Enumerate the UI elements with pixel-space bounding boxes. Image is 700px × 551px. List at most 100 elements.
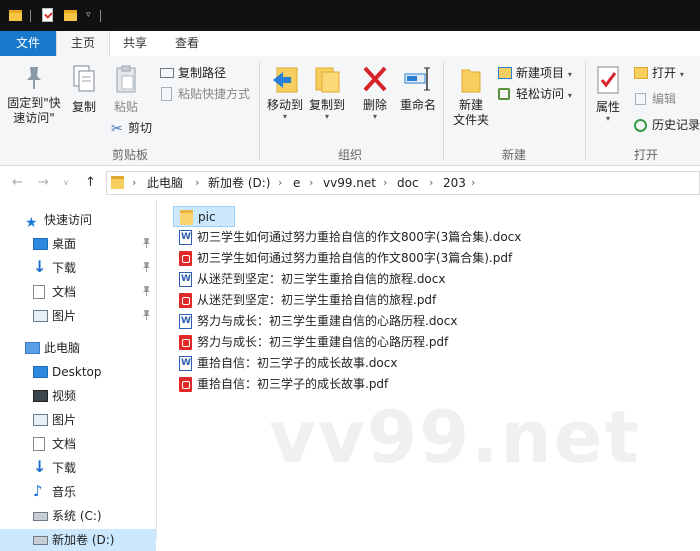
- delete-button[interactable]: 删除 ▾: [358, 64, 392, 121]
- pin-icon: [27, 67, 41, 89]
- copy-path-icon: [160, 68, 174, 78]
- new-item-button[interactable]: 新建项目 ▾: [496, 64, 572, 82]
- chevron-right-icon[interactable]: ›: [471, 172, 475, 194]
- chevron-right-icon[interactable]: ›: [195, 172, 199, 194]
- word-document-icon: [179, 272, 192, 287]
- copy-path-button[interactable]: 复制路径: [158, 64, 226, 82]
- new-folder-icon: [461, 69, 481, 93]
- open-button[interactable]: 打开 ▾: [632, 64, 684, 82]
- pin-icon[interactable]: [143, 310, 150, 320]
- new-folder-icon[interactable]: [64, 10, 77, 21]
- cut-button[interactable]: ✂ 剪切: [108, 119, 152, 137]
- folder-icon: [111, 176, 124, 189]
- chevron-down-icon: ▾: [282, 112, 287, 121]
- properties-icon[interactable]: [42, 8, 53, 22]
- rename-button[interactable]: 重命名: [398, 64, 438, 113]
- pin-icon[interactable]: [143, 238, 150, 248]
- sidebar-item-desktop-pc[interactable]: Desktop: [0, 361, 156, 383]
- sidebar-item-downloads[interactable]: ↓ 下载: [0, 257, 156, 279]
- chevron-right-icon[interactable]: ›: [278, 172, 282, 194]
- copy-to-icon: [315, 67, 340, 93]
- tab-home[interactable]: 主页: [56, 31, 110, 57]
- word-document-icon: [179, 230, 192, 245]
- paste-shortcut-button[interactable]: 粘贴快捷方式: [158, 85, 250, 103]
- forward-arrow-icon[interactable]: →: [38, 175, 49, 190]
- ribbon-tabs: 文件 主页 共享 查看: [0, 31, 700, 57]
- sidebar-item-drive-d[interactable]: 新加卷 (D:): [0, 529, 156, 551]
- easy-access-button[interactable]: 轻松访问 ▾: [496, 85, 572, 103]
- move-to-button[interactable]: 移动到 ▾: [264, 64, 306, 121]
- pdf-icon: [179, 293, 192, 308]
- pin-icon[interactable]: [143, 286, 150, 296]
- title-bar: ▿: [0, 0, 700, 31]
- video-icon: [33, 390, 48, 402]
- copy-icon: [73, 65, 95, 92]
- folder-icon[interactable]: [9, 10, 22, 21]
- copy-button[interactable]: 复制: [68, 64, 100, 115]
- pdf-icon: [179, 377, 192, 392]
- navigation-pane: ★ 快速访问 桌面 ↓ 下载 文档 图片 此电脑 Desktop 视频 图片 文…: [0, 200, 157, 551]
- chevron-right-icon[interactable]: ›: [132, 172, 136, 194]
- history-button[interactable]: 历史记录: [632, 116, 700, 134]
- paste-button[interactable]: 粘贴: [108, 64, 144, 115]
- list-item-folder[interactable]: pic: [173, 206, 235, 227]
- breadcrumb-vv99[interactable]: vv99.net: [323, 172, 376, 194]
- copy-to-button[interactable]: 复制到 ▾: [306, 64, 348, 121]
- edit-icon: [635, 93, 646, 105]
- breadcrumb-drive-d[interactable]: 新加卷 (D:): [208, 172, 270, 194]
- download-arrow-icon: ↓: [33, 457, 47, 476]
- chevron-right-icon[interactable]: ›: [429, 172, 433, 194]
- address-row: ← → ∨ ↑ › 此电脑 › 新加卷 (D:) › e › vv99.net …: [0, 166, 700, 200]
- sidebar-item-documents-pc[interactable]: 文档: [0, 433, 156, 455]
- edit-button[interactable]: 编辑: [632, 90, 676, 108]
- group-separator: [585, 62, 586, 160]
- folder-icon: [180, 210, 193, 225]
- breadcrumb-e[interactable]: e: [293, 172, 300, 194]
- file-list: vv99.net pic 初三学生如何通过努力重拾自信的作文800字(3篇合集)…: [157, 200, 700, 540]
- watermark: vv99.net: [269, 395, 641, 479]
- sidebar-item-this-pc[interactable]: 此电脑: [0, 337, 156, 359]
- pin-icon[interactable]: [143, 262, 150, 272]
- new-folder-button[interactable]: 新建 文件夹: [448, 64, 494, 128]
- drive-icon: [33, 512, 48, 521]
- paste-shortcut-icon: [161, 87, 172, 101]
- history-icon: [634, 119, 647, 132]
- separator: [30, 10, 31, 22]
- group-label-clipboard: 剪贴板: [111, 148, 148, 162]
- sidebar-item-music[interactable]: ♪ 音乐: [0, 481, 156, 503]
- download-arrow-icon: ↓: [33, 257, 47, 276]
- sidebar-item-downloads-pc[interactable]: ↓ 下载: [0, 457, 156, 479]
- sidebar-item-pictures[interactable]: 图片: [0, 305, 156, 327]
- move-to-icon: [273, 67, 298, 93]
- chevron-right-icon[interactable]: ›: [309, 172, 313, 194]
- group-label-new: 新建: [501, 148, 526, 162]
- recent-locations-icon[interactable]: ∨: [63, 178, 69, 187]
- desktop-icon: [33, 238, 48, 250]
- pin-quick-access-button[interactable]: 固定到"快速访问": [4, 64, 64, 126]
- sidebar-item-quick-access[interactable]: ★ 快速访问: [0, 209, 156, 231]
- breadcrumb-this-pc[interactable]: 此电脑: [147, 172, 183, 194]
- word-document-icon: [179, 356, 192, 371]
- properties-button[interactable]: 属性 ▾: [590, 64, 626, 123]
- tab-view[interactable]: 查看: [162, 31, 212, 56]
- address-bar[interactable]: › 此电脑 › 新加卷 (D:) › e › vv99.net › doc › …: [106, 171, 700, 195]
- rename-icon: [404, 67, 430, 91]
- up-arrow-icon[interactable]: ↑: [85, 175, 96, 190]
- music-note-icon: ♪: [33, 482, 43, 500]
- tab-share[interactable]: 共享: [110, 31, 160, 56]
- pictures-icon: [33, 414, 48, 426]
- properties-icon: [597, 66, 619, 94]
- sidebar-item-pictures-pc[interactable]: 图片: [0, 409, 156, 431]
- sidebar-item-documents[interactable]: 文档: [0, 281, 156, 303]
- breadcrumb-203[interactable]: 203: [443, 172, 466, 194]
- sidebar-item-desktop[interactable]: 桌面: [0, 233, 156, 255]
- customize-toolbar-icon[interactable]: ▿: [86, 10, 91, 25]
- chevron-down-icon: ▾: [679, 70, 684, 79]
- back-arrow-icon[interactable]: ←: [12, 175, 23, 190]
- easy-access-icon: [498, 88, 510, 100]
- sidebar-item-videos[interactable]: 视频: [0, 385, 156, 407]
- chevron-right-icon[interactable]: ›: [383, 172, 387, 194]
- tab-file[interactable]: 文件: [0, 31, 56, 56]
- sidebar-item-drive-c[interactable]: 系统 (C:): [0, 505, 156, 527]
- breadcrumb-doc[interactable]: doc: [397, 172, 419, 194]
